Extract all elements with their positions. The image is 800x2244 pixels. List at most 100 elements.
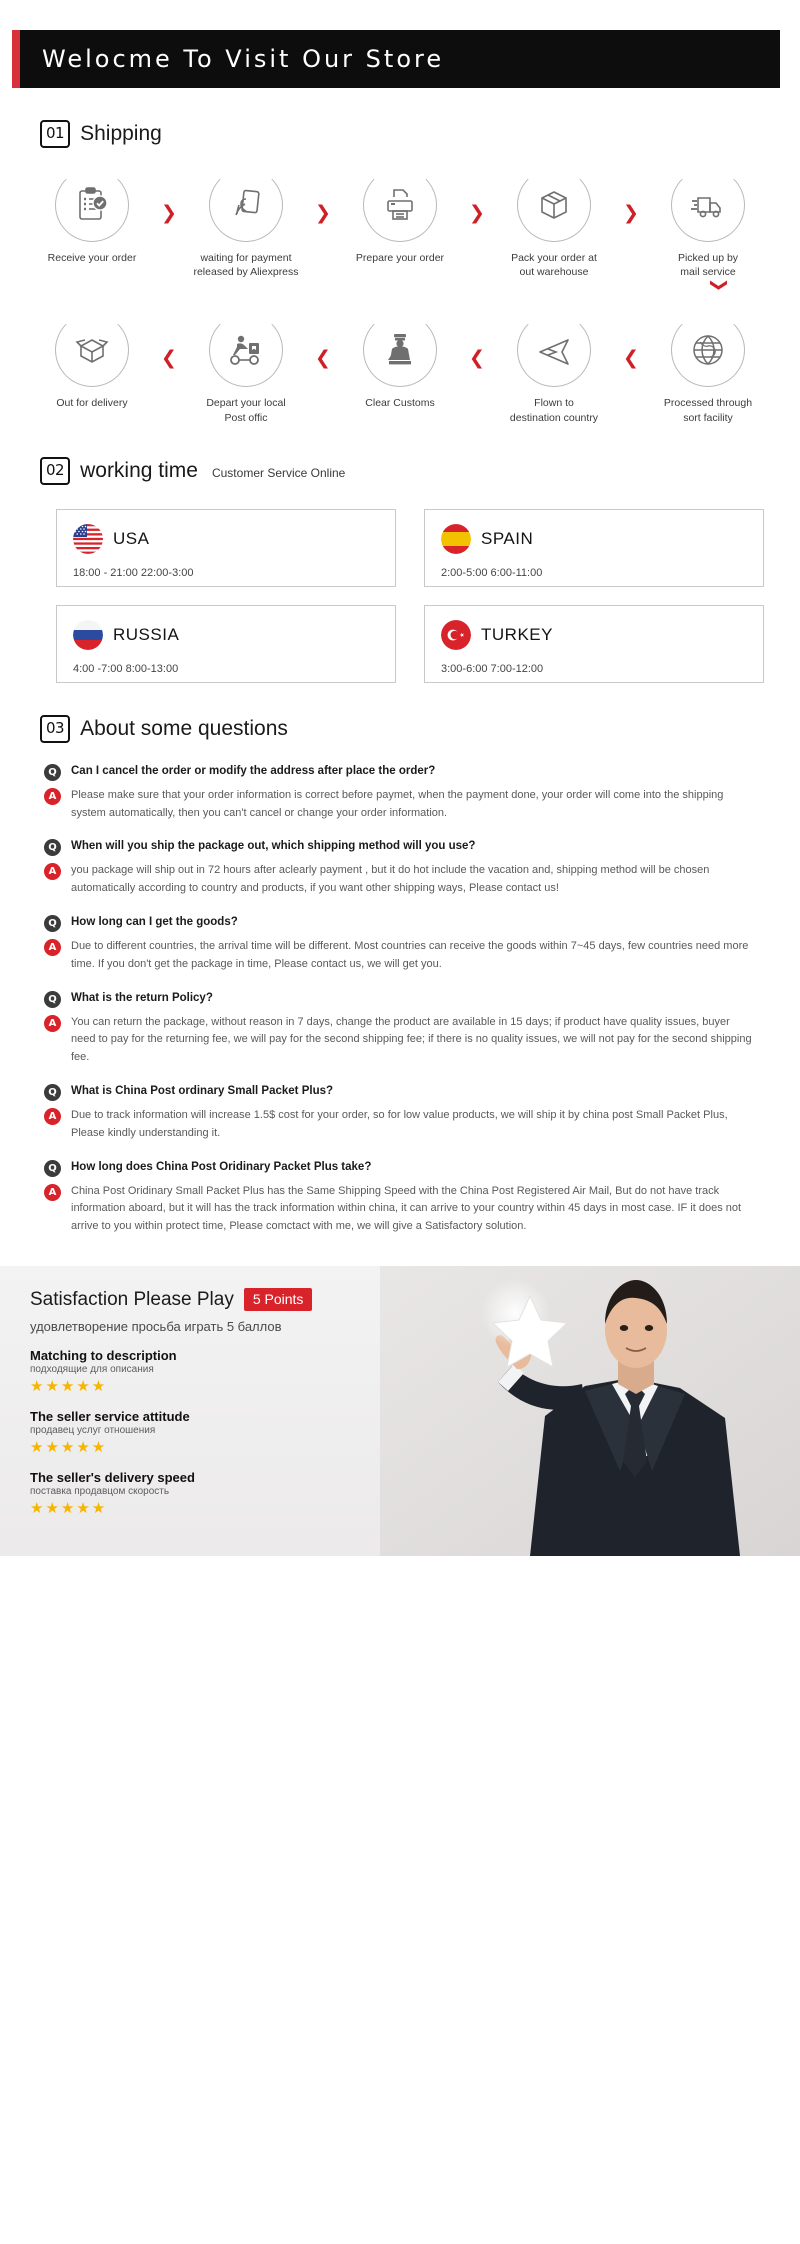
shipping-heading: 01 Shipping bbox=[40, 120, 778, 150]
faq-item: Q What is China Post ordinary Small Pack… bbox=[44, 1083, 756, 1143]
arrow-backward-icon: ❮ bbox=[161, 347, 177, 370]
shipping-step: Prepare your order bbox=[344, 168, 456, 265]
businessman-illustration bbox=[380, 1266, 800, 1557]
faq-answer-row: A Due to track information will increase… bbox=[44, 1107, 756, 1143]
step-circle bbox=[209, 168, 283, 242]
step-circle bbox=[209, 313, 283, 388]
faq-answer-row: A Please make sure that your order infor… bbox=[44, 787, 756, 823]
flag-turkey-icon bbox=[441, 619, 471, 650]
card-header: SPAIN bbox=[441, 523, 747, 554]
rating-criterion: The seller's delivery speed поставка про… bbox=[30, 1470, 330, 1517]
working-hours: 4:00 -7:00 8:00-13:00 bbox=[73, 662, 179, 675]
faq-list: Q Can I cancel the order or modify the a… bbox=[44, 763, 756, 1236]
faq-answer-text: Due to track information will increase 1… bbox=[71, 1109, 728, 1139]
satisfaction-footer: Satisfaction Please Play 5 Points удовле… bbox=[0, 1266, 800, 1557]
country-name: SPAIN bbox=[481, 528, 534, 548]
card-header: RUSSIA bbox=[73, 619, 379, 650]
box-icon bbox=[541, 191, 567, 219]
question-badge-icon: Q bbox=[44, 914, 61, 932]
hand-card-icon bbox=[235, 189, 260, 216]
shipping-steps-row-2: Out for delivery ❮ Depart your local Pos… bbox=[22, 313, 778, 424]
working-time-card-spain: SPAIN 2:00-5:00 6:00-11:00 bbox=[424, 508, 764, 587]
step-label: Clear Customs bbox=[365, 397, 435, 410]
businessman-photo bbox=[380, 1266, 800, 1557]
criterion-label-en: Matching to description bbox=[30, 1348, 177, 1364]
working-time-card-russia: RUSSIA 4:00 -7:00 8:00-13:00 bbox=[56, 604, 396, 683]
card-header: USA bbox=[73, 523, 379, 554]
truck-icon bbox=[691, 197, 721, 218]
working-time-section: 02 working time Customer Service Online bbox=[0, 456, 800, 683]
satisfaction-subtitle-ru: удовлетворение просьба играть 5 баллов bbox=[30, 1319, 282, 1335]
shipping-step: waiting for payment released by Aliexpre… bbox=[190, 168, 302, 279]
faq-question-row: Q How long can I get the goods? bbox=[44, 914, 756, 932]
banner-title: Welocme To Visit Our Store bbox=[42, 45, 445, 73]
country-name: TURKEY bbox=[481, 624, 553, 644]
star-rating: ★★★★★ bbox=[30, 1438, 108, 1457]
criterion-label-en: The seller service attitude bbox=[30, 1409, 190, 1425]
shipping-section: 01 Shipping Receive your order ❯ waiting… bbox=[0, 120, 800, 425]
working-time-card-usa: USA 18:00 - 21:00 22:00-3:00 bbox=[56, 508, 396, 587]
arrow-forward-icon: ❯ bbox=[315, 202, 331, 224]
faq-question-text: When will you ship the package out, whic… bbox=[71, 840, 476, 853]
section-number-01: 01 bbox=[40, 120, 71, 148]
flag-usa-svg bbox=[73, 523, 103, 554]
question-badge-icon: Q bbox=[44, 763, 61, 781]
step-circle bbox=[517, 313, 591, 388]
faq-question-text: What is the return Policy? bbox=[71, 991, 213, 1004]
question-badge-icon: Q bbox=[44, 1159, 61, 1177]
satisfaction-title: Satisfaction Please Play bbox=[30, 1288, 234, 1310]
store-description-page: Welocme To Visit Our Store 01 Shipping R… bbox=[0, 0, 800, 1557]
shipping-step: Flown to destination country bbox=[498, 313, 610, 424]
arrow-forward-icon: ❯ bbox=[161, 202, 177, 224]
step-label: waiting for payment released by Aliexpre… bbox=[193, 252, 299, 279]
star-rating: ★★★★★ bbox=[30, 1499, 108, 1518]
working-hours: 18:00 - 21:00 22:00-3:00 bbox=[73, 566, 194, 579]
shipping-steps-row-1: Receive your order ❯ waiting for payment… bbox=[22, 168, 778, 279]
answer-badge-icon: A bbox=[44, 787, 61, 805]
step-label: Flown to destination country bbox=[509, 397, 599, 424]
faq-answer-row: A You can return the package, without re… bbox=[44, 1014, 756, 1067]
shipping-step: Processed through sort facility bbox=[652, 313, 764, 424]
country-name: RUSSIA bbox=[113, 624, 180, 644]
questions-section: 03 About some questions Q Can I cancel t… bbox=[0, 714, 800, 1236]
customs-officer-icon bbox=[388, 334, 411, 365]
satisfaction-title-row: Satisfaction Please Play 5 Points bbox=[30, 1288, 330, 1312]
shipping-step: Depart your local Post offic bbox=[190, 313, 302, 424]
faq-question-row: Q When will you ship the package out, wh… bbox=[44, 838, 756, 857]
answer-badge-icon: A bbox=[44, 863, 61, 881]
step-label: Prepare your order bbox=[355, 252, 445, 264]
answer-badge-icon: A bbox=[44, 1014, 61, 1032]
star-rating: ★★★★★ bbox=[30, 1377, 108, 1396]
faq-item: Q Can I cancel the order or modify the a… bbox=[44, 763, 756, 823]
step-circle bbox=[363, 168, 437, 242]
step-label: Out for delivery bbox=[56, 397, 128, 410]
step-label: Depart your local Post offic bbox=[206, 397, 286, 424]
points-badge: 5 Points bbox=[243, 1288, 313, 1312]
step-label: Picked up by mail service bbox=[677, 252, 739, 279]
criterion-label-ru: поставка продавцом скорость bbox=[30, 1486, 170, 1498]
working-time-card-turkey: TURKEY 3:00-6:00 7:00-12:00 bbox=[424, 604, 764, 683]
working-time-heading: 02 working time Customer Service Online bbox=[40, 456, 778, 487]
arrow-backward-icon: ❮ bbox=[315, 347, 331, 370]
scooter-icon bbox=[230, 336, 259, 366]
answer-badge-icon: A bbox=[44, 1183, 61, 1201]
faq-question-row: Q How long does China Post Oridinary Pac… bbox=[44, 1159, 756, 1177]
flag-russia-svg bbox=[73, 619, 103, 650]
card-header: TURKEY bbox=[441, 619, 747, 650]
section-number-03: 03 bbox=[40, 714, 71, 743]
answer-badge-icon: A bbox=[44, 938, 61, 956]
faq-answer-text: Due to different countries, the arrival … bbox=[71, 939, 749, 970]
answer-badge-icon: A bbox=[44, 1108, 61, 1125]
step-circle bbox=[671, 168, 745, 242]
rating-criterion: Matching to description подходящие для о… bbox=[30, 1348, 330, 1395]
open-box-icon bbox=[75, 339, 109, 364]
clipboard-check-icon bbox=[79, 187, 108, 220]
step-circle bbox=[517, 168, 591, 242]
flag-russia-icon bbox=[73, 619, 103, 650]
arrow-forward-icon: ❯ bbox=[469, 202, 485, 224]
step-label: Processed through sort facility bbox=[663, 397, 753, 424]
faq-question-text: Can I cancel the order or modify the add… bbox=[71, 764, 436, 777]
globe-icon bbox=[693, 335, 723, 366]
faq-answer-text: China Post Oridinary Small Packet Plus h… bbox=[71, 1184, 742, 1233]
section-title-shipping: Shipping bbox=[80, 122, 162, 145]
